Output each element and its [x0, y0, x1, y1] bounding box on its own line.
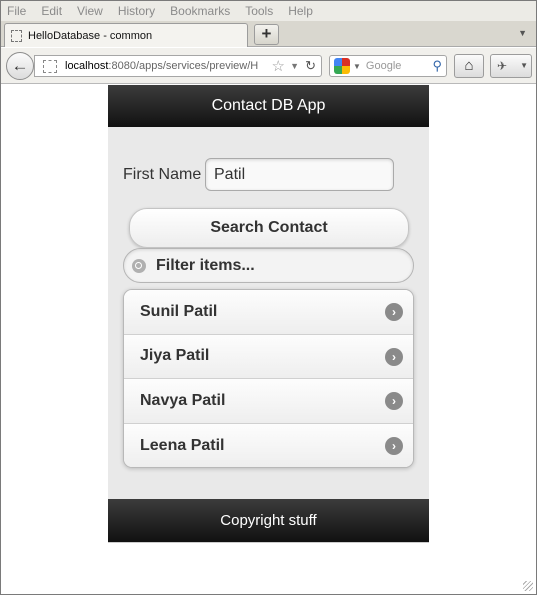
- tab-strip: HelloDatabase - common + ▼: [1, 21, 536, 47]
- url-history-dropdown-icon[interactable]: ▼: [290, 61, 299, 71]
- search-contact-button[interactable]: Search Contact: [129, 208, 409, 248]
- url-path: :8080/apps/services/preview/H: [108, 60, 259, 72]
- back-arrow-icon: ←: [11, 56, 29, 75]
- menu-tools[interactable]: Tools: [245, 4, 273, 18]
- chevron-down-icon[interactable]: ▼: [518, 28, 527, 38]
- url-host: localhost: [65, 60, 109, 72]
- list-item[interactable]: Navya Patil ›: [124, 379, 413, 424]
- tab-hellodatabase[interactable]: HelloDatabase - common: [4, 23, 248, 47]
- search-icon[interactable]: ⚲: [432, 58, 442, 74]
- page-title: Contact DB App: [211, 97, 326, 114]
- site-identity-icon[interactable]: [43, 59, 57, 73]
- contact-list: Sunil Patil › Jiya Patil › Navya Patil ›…: [123, 289, 414, 468]
- chevron-down-icon[interactable]: ▼: [520, 55, 528, 77]
- menu-history[interactable]: History: [118, 4, 155, 18]
- filter-box[interactable]: [123, 248, 414, 283]
- search-engine-dropdown-icon[interactable]: ▼: [353, 62, 361, 71]
- chevron-right-icon: ›: [385, 436, 403, 455]
- home-icon: ⌂: [464, 57, 474, 74]
- contact-name: Sunil Patil: [140, 302, 218, 320]
- menu-view[interactable]: View: [77, 4, 103, 18]
- url-bar[interactable]: localhost:8080/apps/services/preview/H ☆…: [34, 55, 322, 77]
- search-placeholder: Google: [365, 60, 402, 72]
- home-button[interactable]: ⌂: [454, 54, 484, 78]
- menu-file[interactable]: File: [7, 4, 26, 18]
- resize-grip-icon[interactable]: [523, 581, 533, 591]
- navigation-bar: ← localhost:8080/apps/services/preview/H…: [1, 48, 536, 84]
- reload-icon[interactable]: ↻: [305, 58, 316, 74]
- search-bar[interactable]: ▼ Google ⚲: [329, 55, 447, 77]
- page-content: Contact DB App First Name Search Contact…: [1, 85, 536, 594]
- contact-name: Leena Patil: [140, 436, 225, 454]
- search-icon: [132, 258, 146, 273]
- menu-bookmarks[interactable]: Bookmarks: [170, 4, 230, 18]
- first-name-label: First Name: [123, 166, 202, 183]
- chevron-right-icon: ›: [385, 347, 403, 366]
- page-icon: [11, 29, 22, 42]
- filter-input[interactable]: [156, 256, 396, 275]
- back-button[interactable]: ←: [6, 52, 34, 80]
- app-footer: Copyright stuff: [108, 499, 429, 542]
- menu-bar: File Edit View History Bookmarks Tools H…: [1, 1, 536, 21]
- chevron-right-icon: ›: [385, 303, 403, 321]
- menu-help[interactable]: Help: [288, 4, 313, 18]
- contact-name: Navya Patil: [140, 391, 226, 409]
- list-item[interactable]: Jiya Patil ›: [124, 334, 413, 379]
- chevron-right-icon: ›: [385, 392, 403, 410]
- list-item[interactable]: Leena Patil ›: [124, 423, 413, 467]
- addon-icon: ✈: [497, 59, 508, 73]
- addon-button[interactable]: ✈ ▼: [490, 54, 532, 78]
- new-tab-button[interactable]: +: [254, 24, 279, 45]
- google-icon[interactable]: [334, 58, 350, 74]
- bookmark-star-icon[interactable]: ☆: [272, 57, 285, 75]
- app-header: Contact DB App: [108, 85, 429, 127]
- menu-edit[interactable]: Edit: [41, 4, 62, 18]
- browser-window: File Edit View History Bookmarks Tools H…: [0, 0, 537, 595]
- tab-title: HelloDatabase - common: [28, 29, 153, 42]
- list-item[interactable]: Sunil Patil ›: [124, 290, 413, 335]
- footer-text: Copyright stuff: [220, 512, 317, 529]
- mobile-app: Contact DB App First Name Search Contact…: [108, 85, 429, 543]
- contact-name: Jiya Patil: [140, 347, 210, 365]
- first-name-input[interactable]: [205, 158, 394, 191]
